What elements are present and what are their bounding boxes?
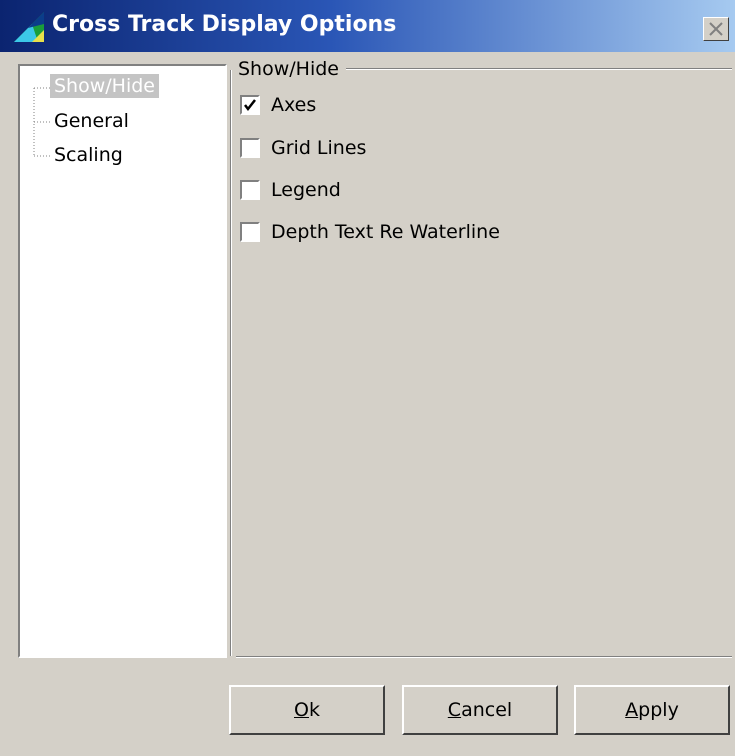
close-button[interactable] [703, 17, 729, 41]
apply-mnemonic: A [625, 699, 639, 721]
close-icon [709, 22, 723, 36]
ok-mnemonic: O [294, 699, 309, 721]
axes-checkbox[interactable] [240, 95, 260, 115]
apply-button[interactable]: Apply [574, 685, 730, 735]
tree-item-show-hide[interactable]: Show/Hide [50, 74, 159, 98]
depth-text-re-waterline-label: Depth Text Re Waterline [271, 221, 500, 243]
axes-label: Axes [271, 94, 317, 116]
apply-label-rest: pply [638, 699, 679, 721]
legend-checkbox[interactable] [240, 180, 260, 200]
options-tree[interactable]: Show/Hide General Scaling [18, 64, 227, 658]
tree-item-general[interactable]: General [50, 109, 133, 133]
title-bar[interactable]: Cross Track Display Options [0, 0, 735, 52]
ok-label-rest: k [308, 699, 320, 721]
cancel-button[interactable]: Cancel [402, 685, 558, 735]
tree-item-scaling[interactable]: Scaling [50, 143, 127, 167]
legend-label: Legend [271, 179, 341, 201]
cancel-label-rest: ancel [461, 699, 513, 721]
grid-lines-checkbox[interactable] [240, 138, 260, 158]
cancel-mnemonic: C [447, 699, 462, 721]
group-title: Show/Hide [238, 58, 339, 80]
ok-button[interactable]: Ok [229, 685, 385, 735]
app-icon [14, 12, 44, 42]
depth-text-re-waterline-checkbox[interactable] [240, 222, 260, 242]
group-border-bottom [236, 656, 732, 658]
group-border-top [346, 68, 732, 70]
group-border-left [230, 70, 232, 656]
grid-lines-label: Grid Lines [271, 137, 367, 159]
checkmark-icon [244, 99, 256, 112]
window-title: Cross Track Display Options [52, 12, 397, 37]
